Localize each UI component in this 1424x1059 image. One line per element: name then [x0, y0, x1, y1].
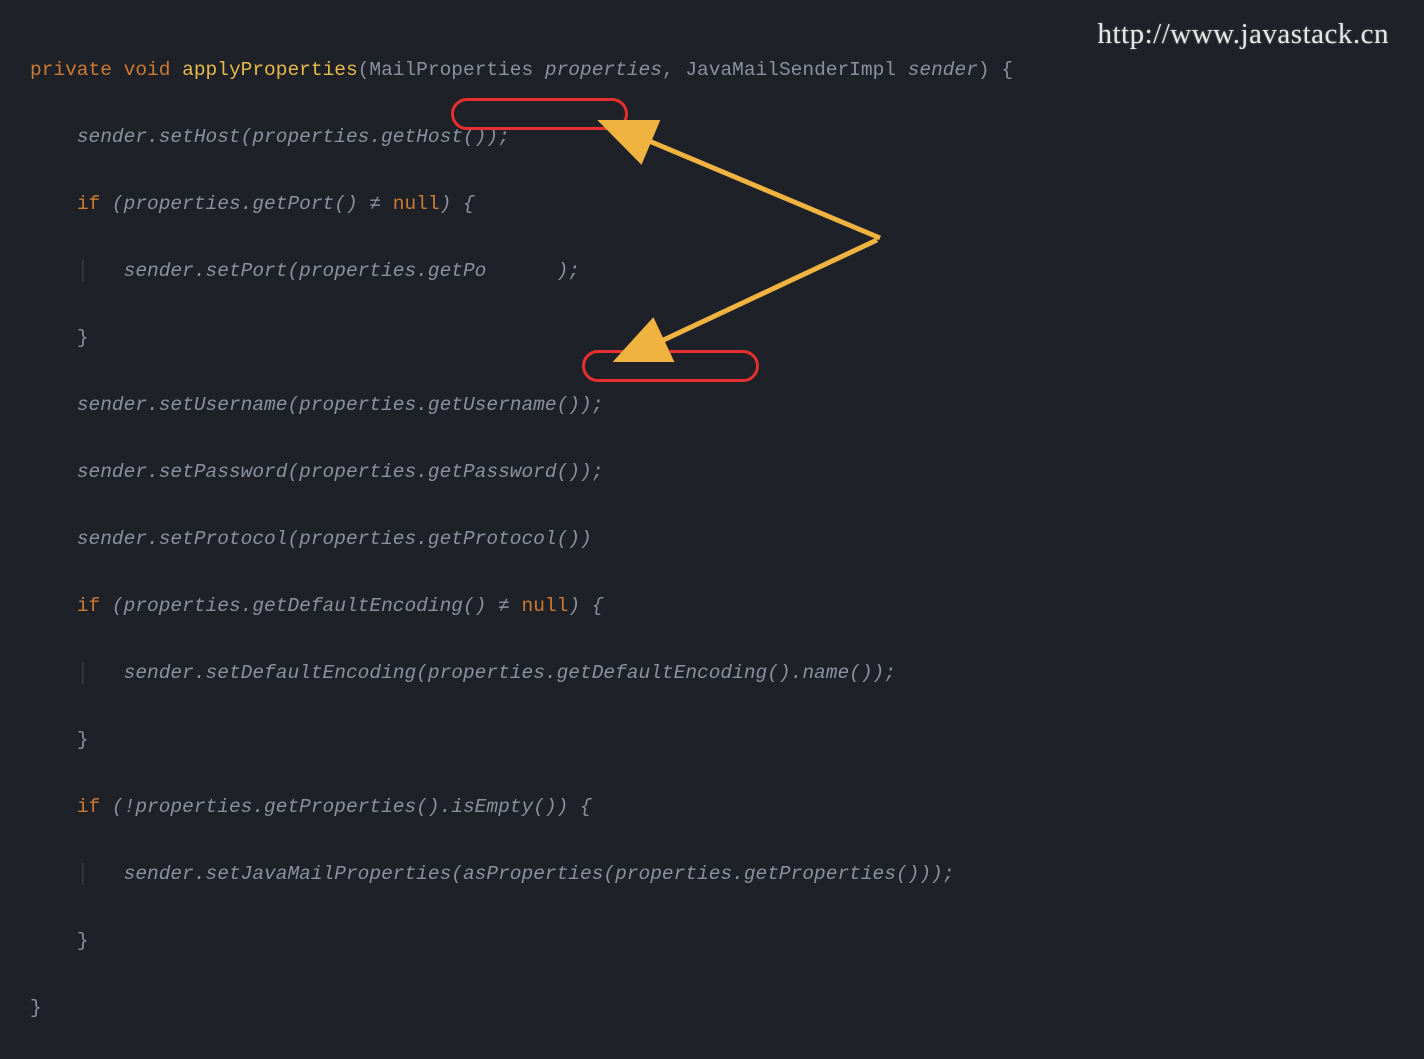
code-line-5: } [30, 322, 1394, 356]
keyword-if: if [77, 595, 100, 617]
code-text: sender.setProtocol(properties.getProtoco… [77, 528, 592, 550]
code-line-11: } [30, 724, 1394, 758]
brace: { [1001, 59, 1013, 81]
code-line-7: sender.setPassword(properties.getPasswor… [30, 456, 1394, 490]
brace: } [77, 930, 89, 952]
code-line-13: │ sender.setJavaMailProperties(asPropert… [30, 858, 1394, 892]
code-line-15: } [30, 992, 1394, 1026]
code-line-14: } [30, 925, 1394, 959]
keyword-null: null [522, 595, 569, 617]
neq-op: ≠ [498, 595, 510, 617]
param-name: properties [545, 59, 662, 81]
keyword-void: void [124, 59, 171, 81]
paren: ) [978, 59, 990, 81]
keyword-null: null [393, 193, 440, 215]
code-line-2: sender.setHost(properties.getHost()); [30, 121, 1394, 155]
keyword-if: if [77, 796, 100, 818]
param-type: JavaMailSenderImpl [685, 59, 896, 81]
code-block: private void applyProperties(MailPropert… [30, 20, 1394, 1059]
code-text: sender.setJavaMailProperties(asPropertie… [124, 863, 955, 885]
code-line-10: │ sender.setDefaultEncoding(properties.g… [30, 657, 1394, 691]
code-text: ) { [440, 193, 475, 215]
code-line-9: if (properties.getDefaultEncoding() ≠ nu… [30, 590, 1394, 624]
code-text: sender.setPort(properties.getPo [124, 260, 487, 282]
comma: , [662, 59, 674, 81]
code-text: (!properties.getProperties().isEmpty()) … [112, 796, 592, 818]
code-text: (properties.getDefaultEncoding() [112, 595, 498, 617]
code-text: sender.setPassword(properties.getPasswor… [77, 461, 604, 483]
code-line-4: │ sender.setPort(properties.getPo ); [30, 255, 1394, 289]
keyword-if: if [77, 193, 100, 215]
code-text: sender.setHost(properties.getHost()); [77, 126, 510, 148]
method-name: applyProperties [182, 59, 358, 81]
neq-op: ≠ [369, 193, 381, 215]
param-type: MailProperties [369, 59, 533, 81]
code-line-8: sender.setProtocol(properties.getProtoco… [30, 523, 1394, 557]
code-text: ); [557, 260, 580, 282]
param-name: sender [908, 59, 978, 81]
code-text: sender.setDefaultEncoding(properties.get… [124, 662, 896, 684]
code-text: (properties.getPort() [112, 193, 369, 215]
code-text: ) { [568, 595, 603, 617]
brace: } [30, 997, 42, 1019]
code-line-3: if (properties.getPort() ≠ null) { [30, 188, 1394, 222]
keyword-private: private [30, 59, 112, 81]
watermark-text: http://www.javastack.cn [1098, 10, 1390, 60]
brace: } [77, 327, 89, 349]
code-text: sender.setUsername(properties.getUsernam… [77, 394, 604, 416]
paren: ( [358, 59, 370, 81]
code-line-6: sender.setUsername(properties.getUsernam… [30, 389, 1394, 423]
brace: } [77, 729, 89, 751]
code-line-12: if (!properties.getProperties().isEmpty(… [30, 791, 1394, 825]
